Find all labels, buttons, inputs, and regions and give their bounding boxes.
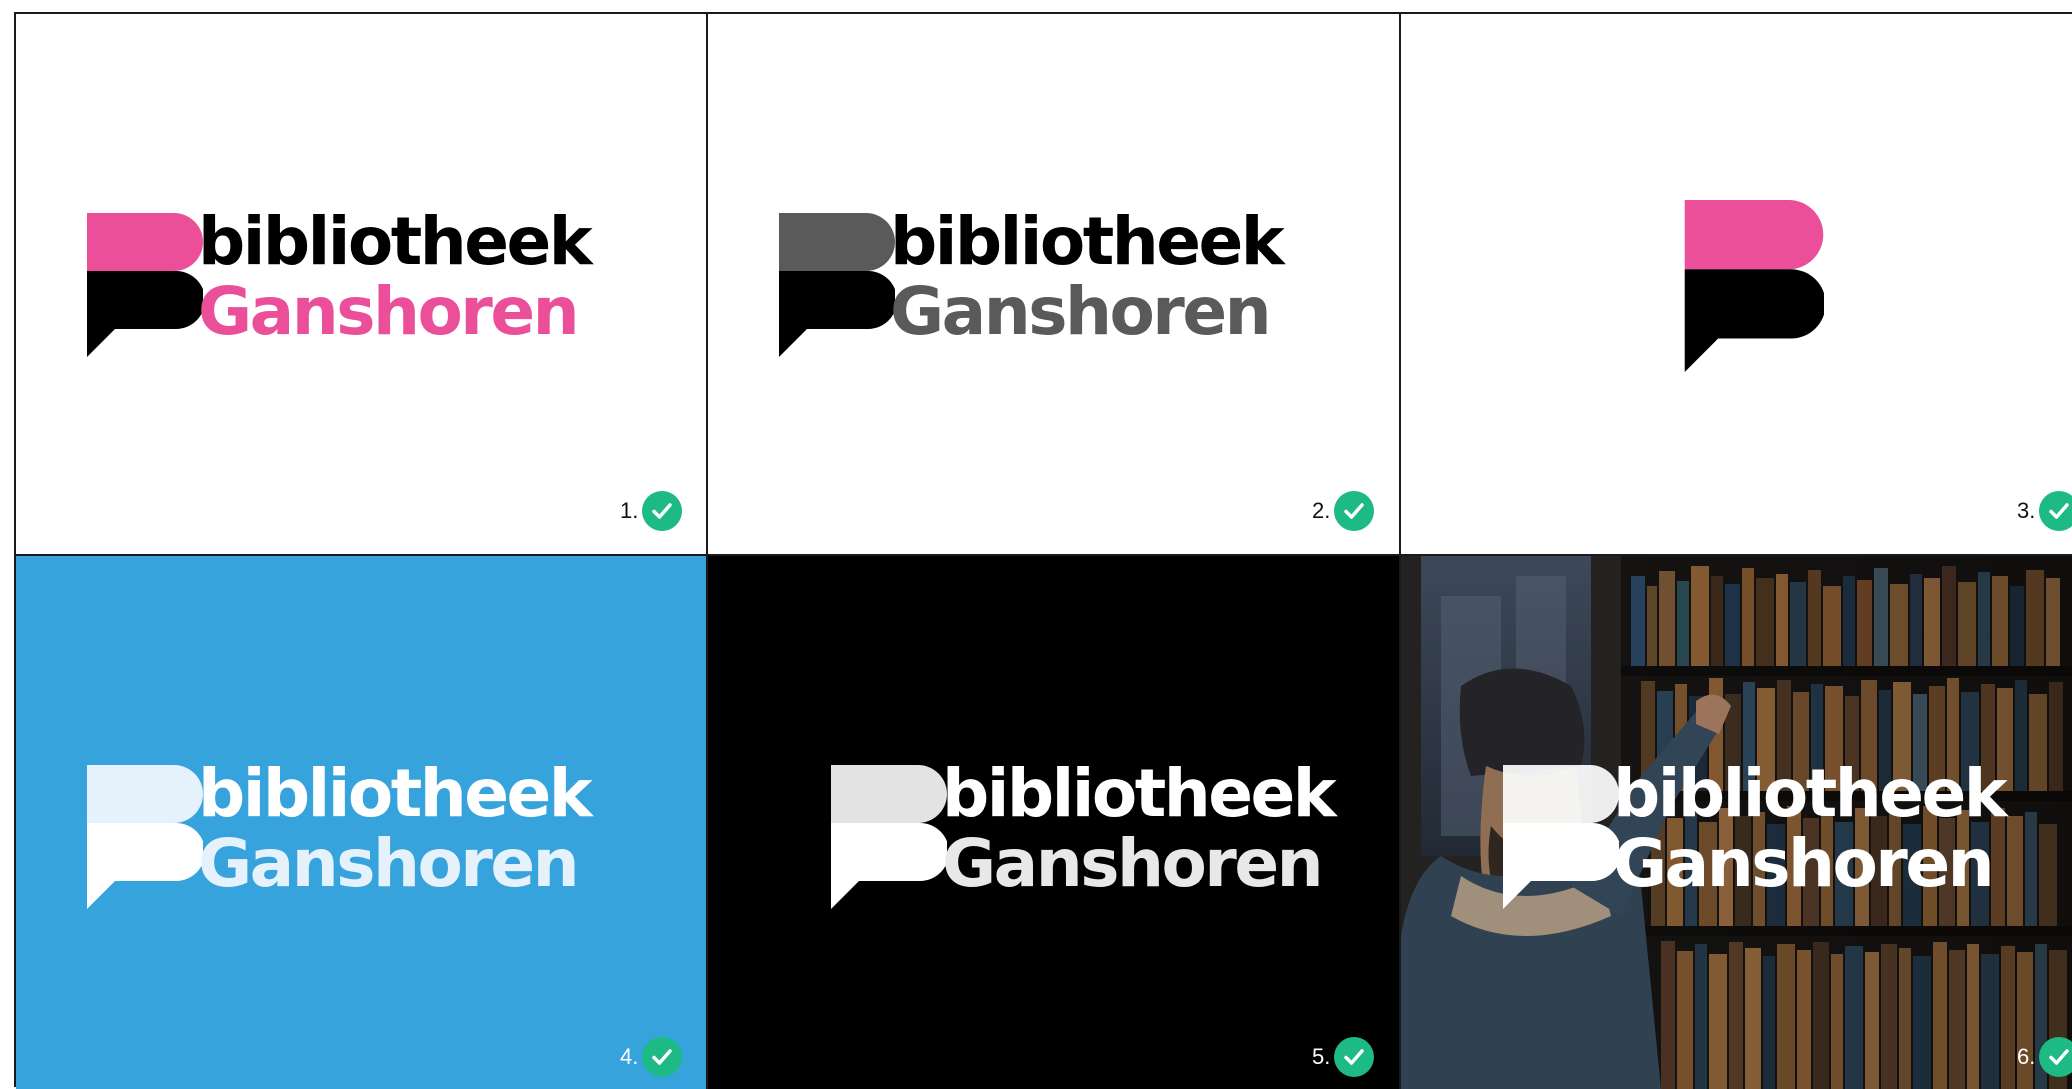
wordmark-ganshoren: Ganshoren [198,273,580,350]
variant-1-full-color: bibliotheek Ganshoren 1. [16,14,708,556]
wordmark: bibliotheek Ganshoren [942,755,1337,902]
b-logo-mark [779,213,895,357]
approval-badge: 1. [620,490,683,532]
variant-3-mark-only: 3. [1401,14,2072,556]
b-logo-mark [831,765,947,909]
wordmark: bibliotheek Ganshoren [198,203,593,350]
approval-badge: 3. [2017,490,2072,532]
wordmark-bibliotheek: bibliotheek [1613,755,2008,832]
variant-number: 2. [1312,498,1331,523]
variant-4-on-blue: bibliotheek Ganshoren 4. [16,556,708,1089]
wordmark-bibliotheek: bibliotheek [198,755,593,832]
wordmark-ganshoren: Ganshoren [890,273,1272,350]
b-logo-mark [1684,200,1824,372]
b-logo-mark [1503,765,1619,909]
approval-badge: 5. [1312,1036,1375,1078]
approval-badge: 2. [1312,490,1375,532]
check-circle-icon [642,491,683,531]
wordmark-ganshoren: Ganshoren [198,825,580,902]
b-logo-mark [87,213,203,357]
check-circle-icon [2039,1037,2072,1077]
variant-number: 4. [620,1044,639,1069]
wordmark-bibliotheek: bibliotheek [942,755,1337,832]
b-logo-mark [87,765,203,909]
check-circle-icon [642,1037,683,1077]
wordmark-bibliotheek: bibliotheek [890,203,1285,280]
wordmark-ganshoren: Ganshoren [1613,825,1995,902]
variant-number: 5. [1312,1044,1331,1069]
check-circle-icon [2039,491,2072,531]
check-circle-icon [1334,491,1375,531]
variant-number: 3. [2017,498,2036,523]
check-circle-icon [1334,1037,1375,1077]
variant-number: 1. [620,498,639,523]
wordmark: bibliotheek Ganshoren [1613,755,2008,902]
logo-usage-grid: bibliotheek Ganshoren 1. bibliotheek Gan… [14,12,2072,1089]
wordmark-ganshoren: Ganshoren [942,825,1324,902]
variant-6-on-photo: bibliotheek Ganshoren 6. [1401,556,2072,1089]
wordmark-bibliotheek: bibliotheek [198,203,593,280]
wordmark: bibliotheek Ganshoren [890,203,1285,350]
variant-2-grey: bibliotheek Ganshoren 2. [708,14,1401,556]
approval-badge: 4. [620,1036,683,1078]
variant-number: 6. [2017,1044,2036,1069]
approval-badge: 6. [2017,1036,2072,1078]
variant-5-on-black: bibliotheek Ganshoren 5. [708,556,1401,1089]
wordmark: bibliotheek Ganshoren [198,755,593,902]
